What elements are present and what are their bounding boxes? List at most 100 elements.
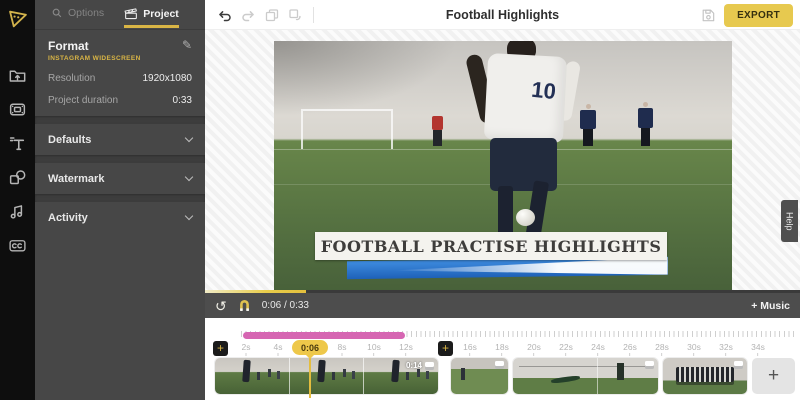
lower-third-ribbon (347, 257, 668, 279)
section-activity[interactable]: Activity (35, 202, 205, 233)
panel-divider (35, 194, 205, 202)
ruler-label: 28s (655, 342, 669, 356)
playhead-time: 0:06 (301, 343, 319, 353)
app-window: Options Project Format INSTAGRAM WIDESCR… (0, 0, 800, 400)
ruler-label: 22s (559, 342, 573, 356)
goal-frame (301, 109, 393, 149)
lower-third-banner[interactable]: FOOTBALL PRACTISE HIGHLIGHTS (315, 232, 668, 260)
striker-figure (617, 363, 624, 380)
film-icon (495, 361, 504, 369)
timeline-clip-2[interactable] (451, 358, 508, 394)
snap-magnet-icon[interactable] (238, 299, 251, 312)
activity-label: Activity (48, 212, 88, 224)
ruler-label: 10s (367, 342, 381, 356)
text-tool-icon[interactable] (0, 126, 35, 160)
ruler-label: 34s (751, 342, 765, 356)
panel-divider (35, 155, 205, 163)
team-group-figure (676, 367, 735, 382)
playhead-line (309, 355, 311, 398)
film-icon (425, 362, 434, 370)
lower-third-text: FOOTBALL PRACTISE HIGHLIGHTS (321, 237, 662, 256)
icon-rail (0, 0, 35, 400)
ruler-label: 12s (399, 342, 413, 356)
clip-duration-badge: 0:14 (406, 361, 434, 370)
selection-range-bar[interactable] (243, 332, 405, 339)
clip-badge (645, 361, 654, 369)
playback-bar: ↺ 0:06 / 0:33 + Music (205, 293, 800, 318)
ruler-label: 24s (591, 342, 605, 356)
clip-frame (289, 358, 364, 394)
format-badge: INSTAGRAM WIDESCREEN (48, 55, 141, 62)
resolution-label: Resolution (48, 73, 95, 84)
uploads-folder-icon[interactable] (0, 58, 35, 92)
help-tab[interactable]: Help (781, 200, 798, 242)
football (516, 209, 535, 226)
format-section: Format INSTAGRAM WIDESCREEN ✎ Resolution… (35, 30, 205, 116)
ruler-label: 2s (242, 342, 251, 356)
clip-badge (495, 361, 504, 369)
topbar: Football Highlights EXPORT (205, 0, 800, 30)
magnifier-icon (51, 7, 63, 19)
tab-options[interactable]: Options (51, 7, 104, 19)
tab-options-label: Options (68, 7, 104, 19)
replay-icon[interactable]: ↺ (215, 299, 227, 313)
jersey-number: 10 (530, 77, 557, 105)
timeline-clip-1[interactable]: 0:14 (215, 358, 438, 394)
playhead-handle[interactable]: 0:06 (292, 340, 328, 355)
section-watermark[interactable]: Watermark (35, 163, 205, 194)
defaults-label: Defaults (48, 134, 91, 146)
player-figure-red (432, 116, 444, 146)
ruler-label: 18s (495, 342, 509, 356)
tab-project-label: Project (143, 8, 179, 20)
duration-label: Project duration (48, 95, 118, 106)
duration-row: Project duration 0:33 (48, 95, 192, 106)
time-display: 0:06 / 0:33 (262, 300, 309, 311)
brand-logo-icon[interactable] (0, 2, 35, 36)
ribbon-wedge (392, 257, 668, 279)
video-preview[interactable]: 10 FOOTBALL PRACTISE HIGHLIGHTS (274, 41, 732, 291)
film-icon (734, 361, 743, 369)
player-figure-opponent (638, 102, 654, 146)
add-music-button[interactable]: + Music (751, 300, 790, 312)
watermark-label: Watermark (48, 173, 104, 185)
preview-canvas: 10 FOOTBALL PRACTISE HIGHLIGHTS (205, 30, 800, 293)
captions-icon[interactable] (0, 228, 35, 262)
add-clip-button[interactable]: + (752, 358, 795, 394)
edit-format-icon[interactable]: ✎ (182, 39, 192, 51)
duration-value: 0:33 (173, 95, 192, 106)
ruler-label: 16s (463, 342, 477, 356)
tab-project[interactable]: Project (124, 7, 179, 28)
ruler-label: 4s (274, 342, 283, 356)
ruler-label: 30s (687, 342, 701, 356)
resolution-row: Resolution 1920x1080 (48, 73, 192, 84)
goal-line (519, 366, 652, 367)
timeline-clip-3[interactable] (513, 358, 658, 394)
resolution-value: 1920x1080 (143, 73, 193, 84)
editor-main: Football Highlights EXPORT (205, 0, 800, 400)
stock-video-icon[interactable] (0, 92, 35, 126)
goalkeeper-figure (551, 375, 580, 384)
ruler-label: 8s (338, 342, 347, 356)
chevron-down-icon (185, 211, 193, 219)
export-button[interactable]: EXPORT (724, 4, 793, 27)
insert-scene-button-mid[interactable]: + (438, 341, 453, 356)
film-icon (645, 361, 654, 369)
clip-frame (215, 358, 289, 394)
project-panel: Options Project Format INSTAGRAM WIDESCR… (35, 0, 205, 400)
clip-badge (734, 361, 743, 369)
music-icon[interactable] (0, 194, 35, 228)
section-defaults[interactable]: Defaults (35, 124, 205, 155)
ruler-label: 20s (527, 342, 541, 356)
frame-divider (597, 358, 598, 394)
player-figure-opponent (580, 104, 596, 147)
ruler-label: 32s (719, 342, 733, 356)
save-icon[interactable] (701, 8, 715, 22)
chevron-down-icon (185, 172, 193, 180)
timeline-clip-4[interactable] (663, 358, 747, 394)
insert-scene-button-start[interactable]: + (213, 341, 228, 356)
panel-divider (35, 116, 205, 124)
panel-tabs: Options Project (35, 0, 205, 30)
elements-shapes-icon[interactable] (0, 160, 35, 194)
dome-shading (274, 41, 457, 116)
ruler-label: 26s (623, 342, 637, 356)
